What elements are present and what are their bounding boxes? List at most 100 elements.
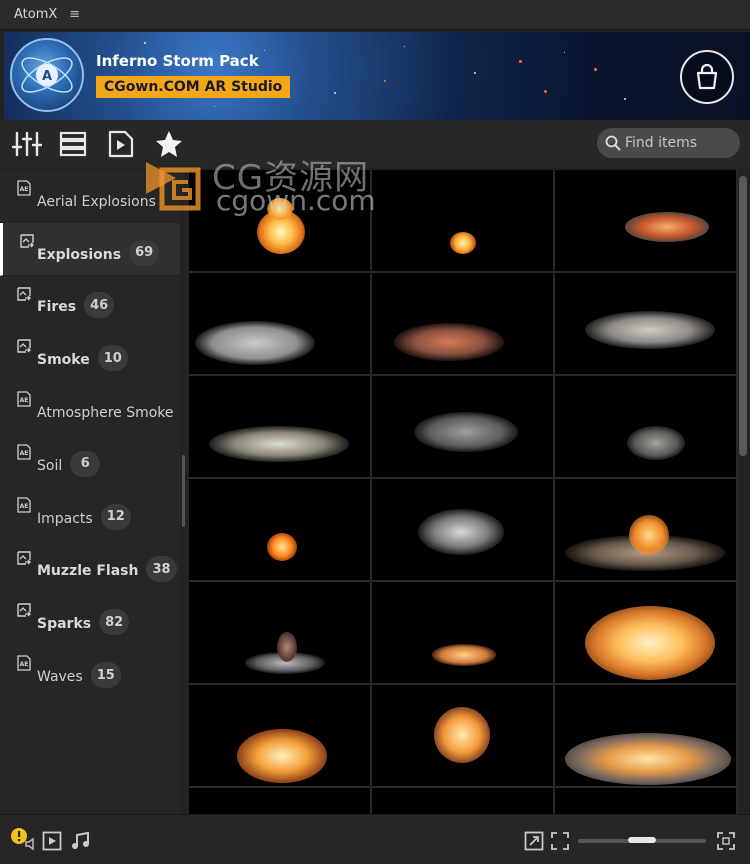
- shopping-bag-icon: [696, 63, 718, 90]
- atomx-logo: A: [10, 38, 84, 112]
- list-layout-icon[interactable]: [58, 130, 88, 158]
- category-label: Sparks: [37, 616, 92, 633]
- hamburger-icon[interactable]: ≡: [69, 7, 80, 22]
- asset-thumbnail[interactable]: [555, 170, 736, 271]
- asset-thumbnail[interactable]: [372, 170, 553, 271]
- category-count-badge: 6: [70, 450, 101, 477]
- asset-thumbnail[interactable]: [189, 376, 370, 477]
- ae-file-icon: AE: [17, 444, 31, 460]
- category-label: Explosions: [37, 246, 122, 263]
- effect-preview: [585, 606, 715, 680]
- category-count-badge: 46: [84, 292, 115, 319]
- shopping-bag-button[interactable]: [680, 50, 734, 104]
- svg-text:AE: AE: [20, 397, 29, 404]
- svg-text:AE: AE: [20, 186, 29, 193]
- ae-file-icon: AE: [17, 497, 31, 513]
- effect-preview: [625, 212, 709, 242]
- effect-preview: [629, 515, 669, 555]
- asset-thumbnail[interactable]: [372, 479, 553, 580]
- category-item[interactable]: Fires 46: [0, 276, 180, 329]
- asset-thumbnail[interactable]: [189, 479, 370, 580]
- slider-handle[interactable]: [628, 837, 656, 843]
- play-preview-icon[interactable]: [106, 130, 136, 158]
- effect-preview: [195, 321, 315, 365]
- effect-preview: [414, 412, 518, 452]
- effect-preview: [267, 533, 297, 561]
- category-item[interactable]: Explosions 69: [0, 222, 180, 276]
- effect-preview: [450, 232, 476, 254]
- sidebar-scrollbar[interactable]: [182, 455, 185, 527]
- category-label: Atmosphere Smoke: [37, 405, 174, 422]
- asset-thumbnail[interactable]: [372, 582, 553, 683]
- play-icon[interactable]: [42, 831, 62, 851]
- asset-grid-area: [189, 170, 738, 814]
- category-label: Muzzle Flash: [37, 563, 139, 580]
- asset-thumbnail[interactable]: [372, 685, 553, 786]
- ae-file-icon: AE: [17, 391, 31, 407]
- effect-preview: [585, 311, 715, 349]
- asset-thumbnail[interactable]: [189, 685, 370, 786]
- asset-thumbnail[interactable]: [189, 170, 370, 271]
- effect-preview: [394, 323, 504, 361]
- effect-preview: [432, 644, 496, 666]
- fit-frame-icon[interactable]: [550, 831, 570, 851]
- asset-thumbnail[interactable]: [189, 273, 370, 374]
- svg-text:AE: AE: [20, 450, 29, 457]
- asset-grid: [189, 170, 738, 814]
- title-bar: AtomX ≡: [0, 0, 750, 30]
- category-label: Impacts: [37, 510, 93, 527]
- grid-scrollbar[interactable]: [739, 176, 747, 456]
- pack-title: Inferno Storm Pack: [96, 52, 259, 70]
- search-input[interactable]: [625, 135, 735, 151]
- category-item[interactable]: AE Aerial Explosions: [0, 170, 180, 223]
- asset-thumbnail[interactable]: [555, 479, 736, 580]
- asset-thumbnail[interactable]: [555, 582, 736, 683]
- category-count-badge: 69: [129, 239, 160, 266]
- category-item[interactable]: Muzzle Flash 38: [0, 540, 180, 593]
- category-item[interactable]: AE Waves 15: [0, 645, 180, 698]
- thumbnail-size-slider[interactable]: [578, 837, 706, 843]
- app-title: AtomX: [14, 7, 58, 22]
- fullscreen-icon[interactable]: [716, 831, 736, 851]
- search-icon: [605, 135, 621, 151]
- effect-preview: [565, 733, 731, 785]
- warning-icon[interactable]: [10, 827, 36, 851]
- category-count-badge: 82: [99, 609, 130, 636]
- asset-thumbnail[interactable]: [372, 273, 553, 374]
- asset-thumbnail[interactable]: [555, 273, 736, 374]
- asset-thumbnail[interactable]: [372, 376, 553, 477]
- image-link-icon: [17, 550, 31, 565]
- search-field[interactable]: [597, 128, 740, 158]
- sliders-icon[interactable]: [12, 130, 42, 158]
- asset-thumbnail[interactable]: [189, 582, 370, 683]
- category-count-badge: 15: [90, 662, 121, 689]
- category-item[interactable]: AE Impacts 12: [0, 487, 180, 540]
- asset-thumbnail[interactable]: [555, 788, 736, 814]
- export-icon[interactable]: [524, 831, 544, 851]
- favorites-star-icon[interactable]: [154, 130, 184, 158]
- category-item[interactable]: AE Soil 6: [0, 434, 180, 487]
- asset-thumbnail[interactable]: [555, 376, 736, 477]
- effect-preview: [209, 426, 349, 462]
- category-item[interactable]: AE Atmosphere Smoke: [0, 381, 180, 434]
- atomx-panel: AtomX ≡ A Inferno Storm Pack CGown.COM A…: [0, 0, 750, 864]
- ae-file-icon: AE: [17, 655, 31, 671]
- image-link-icon: [17, 603, 31, 618]
- category-item[interactable]: Sparks 82: [0, 592, 180, 646]
- category-item[interactable]: Smoke 10: [0, 328, 180, 382]
- image-link-icon: [20, 234, 34, 248]
- category-count-badge: 10: [97, 345, 128, 372]
- music-note-icon[interactable]: [70, 831, 90, 851]
- category-label: Fires: [37, 299, 77, 316]
- image-link-icon: [17, 339, 31, 354]
- image-link-icon: [17, 286, 31, 301]
- category-count-badge: 12: [100, 503, 131, 530]
- studio-badge: CGown.COM AR Studio: [96, 76, 291, 98]
- asset-thumbnail[interactable]: [189, 788, 370, 814]
- category-count-badge: 38: [146, 556, 177, 583]
- effect-preview: [277, 632, 297, 662]
- svg-text:AE: AE: [20, 661, 29, 668]
- asset-thumbnail[interactable]: [555, 685, 736, 786]
- asset-thumbnail[interactable]: [372, 788, 553, 814]
- category-label: Aerial Explosions: [37, 193, 156, 210]
